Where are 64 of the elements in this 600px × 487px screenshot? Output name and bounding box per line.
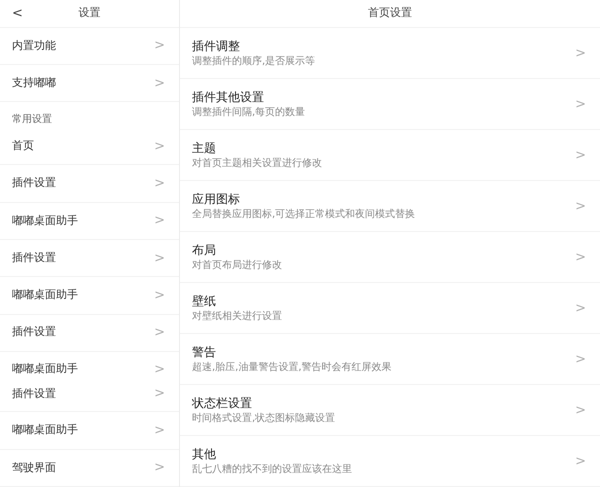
row-subtitle: 调整插件的顺序,是否展示等 (192, 55, 316, 68)
chevron-icon: > (575, 352, 586, 366)
sidebar-item[interactable]: 插件设置 > (0, 386, 179, 402)
sidebar-item[interactable]: 支持嘟嘟 > (0, 65, 179, 102)
row-title: 应用图标 (192, 191, 241, 207)
chevron-icon: > (154, 326, 165, 340)
chevron-icon: > (154, 214, 165, 228)
chevron-icon: > (154, 387, 165, 400)
settings-row[interactable]: 其他 乱七八糟的找不到的设置应该在这里 > (180, 436, 600, 487)
row-subtitle: 调整插件间隔,每页的数量 (192, 106, 306, 119)
chevron-icon: > (575, 454, 586, 468)
chevron-icon: > (575, 302, 586, 314)
row-title: 壁纸 (192, 293, 217, 309)
settings-row[interactable]: 插件调整 调整插件的顺序,是否展示等 > (180, 28, 600, 79)
row-subtitle: 对壁纸相关进行设置 (192, 310, 282, 323)
row-subtitle: 对首页主题相关设置进行修改 (192, 157, 322, 170)
sidebar-item[interactable]: 嘟嘟桌面助手 > (0, 202, 179, 240)
chevron-icon: > (575, 200, 586, 212)
chevron-icon: > (575, 46, 586, 60)
chevron-icon: > (575, 250, 586, 264)
row-title: 警告 (192, 344, 217, 360)
sidebar-item[interactable]: 内置功能 > (0, 28, 179, 66)
chevron-icon: > (575, 98, 586, 110)
chevron-icon: > (154, 76, 165, 90)
section-header: 常用设置 (12, 112, 52, 128)
row-title: 布局 (192, 242, 217, 258)
row-subtitle: 全局替换应用图标,可选择正常模式和夜间模式替换 (192, 208, 416, 221)
settings-row[interactable]: 警告 超速,胎压,油量警告设置,警告时会有红屏效果 > (180, 334, 600, 385)
sidebar-title: 设置 (78, 5, 102, 22)
row-title: 插件其他设置 (192, 89, 265, 105)
sidebar-item[interactable]: 驾驶界面 > (0, 450, 179, 487)
settings-row[interactable]: 插件其他设置 调整插件间隔,每页的数量 > (180, 79, 600, 130)
chevron-icon: > (154, 39, 165, 52)
sidebar-item[interactable]: 嘟嘟桌面助手 > (0, 277, 179, 315)
row-subtitle: 超速,胎压,油量警告设置,警告时会有红屏效果 (192, 361, 392, 374)
chevron-icon: > (154, 288, 165, 302)
sidebar-item[interactable]: 插件设置 > (0, 240, 179, 278)
chevron-icon: > (575, 148, 586, 162)
row-title: 其他 (192, 446, 217, 462)
page-title: 首页设置 (368, 5, 412, 22)
settings-row[interactable]: 状态栏设置 时间格式设置,状态图标隐藏设置 > (180, 385, 600, 436)
back-button[interactable]: < (12, 4, 28, 24)
sidebar-item[interactable]: 首页 > (0, 128, 179, 166)
settings-row[interactable]: 主题 对首页主题相关设置进行修改 > (180, 130, 600, 181)
sidebar-item[interactable]: 嘟嘟桌面助手 > (0, 361, 179, 378)
chevron-icon: > (154, 252, 165, 265)
row-subtitle: 对首页布局进行修改 (192, 259, 282, 272)
row-title: 插件调整 (192, 38, 241, 54)
chevron-icon: > (575, 404, 586, 416)
settings-row[interactable]: 应用图标 全局替换应用图标,可选择正常模式和夜间模式替换 > (180, 181, 600, 232)
sidebar-item[interactable]: 插件设置 > (0, 314, 179, 352)
chevron-icon: > (154, 140, 165, 153)
sidebar-item[interactable]: 插件设置 > (0, 165, 179, 203)
row-subtitle: 乱七八糟的找不到的设置应该在这里 (192, 463, 352, 476)
settings-row[interactable]: 壁纸 对壁纸相关进行设置 > (180, 283, 600, 334)
row-title: 状态栏设置 (192, 395, 253, 411)
chevron-icon: > (154, 461, 165, 474)
chevron-icon: > (154, 362, 165, 376)
row-subtitle: 时间格式设置,状态图标隐藏设置 (192, 412, 336, 425)
chevron-icon: > (154, 424, 165, 438)
chevron-icon: > (154, 177, 165, 190)
row-title: 主题 (192, 140, 217, 156)
sidebar-item[interactable]: 嘟嘟桌面助手 > (0, 412, 179, 450)
settings-row[interactable]: 布局 对首页布局进行修改 > (180, 232, 600, 283)
